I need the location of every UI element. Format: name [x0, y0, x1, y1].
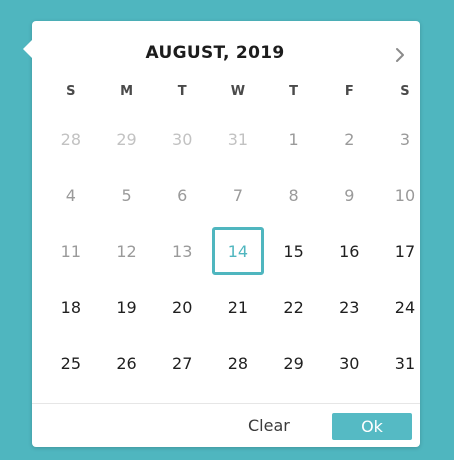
week-row: 28 29 30 31 1 2 3: [43, 111, 433, 167]
month-title: AUGUST, 2019: [145, 43, 285, 63]
week-row: 18 19 20 21 22 23 24: [43, 279, 433, 335]
day-cell[interactable]: 16: [321, 234, 377, 268]
date-picker: AUGUST, 2019 S M T W T F S 28 29 30 31 1…: [23, 21, 420, 448]
day-cell[interactable]: 24: [377, 290, 433, 324]
chevron-right-icon: [396, 48, 404, 62]
day-cell-disabled: 10: [394, 185, 416, 205]
day-cell[interactable]: 27: [154, 346, 210, 380]
day-cell[interactable]: 19: [99, 290, 155, 324]
day-cell-other-month: 30: [172, 129, 193, 149]
day-cell-other-month: 31: [227, 129, 249, 149]
day-cell-disabled: 12: [116, 241, 137, 261]
day-cell-other-month: 29: [116, 129, 137, 149]
day-cell-other-month: 28: [60, 129, 82, 149]
week-row: 4 5 6 7 8 9 10: [43, 167, 433, 223]
day-cell-disabled: 9: [344, 185, 355, 205]
ok-button[interactable]: Ok: [332, 413, 412, 440]
day-cell[interactable]: 30: [321, 346, 377, 380]
day-cell[interactable]: 31: [377, 346, 433, 380]
day-cell-disabled: 3: [399, 129, 411, 149]
day-cell[interactable]: 28: [210, 346, 266, 380]
day-cell-disabled: 11: [60, 241, 82, 261]
weekday-label: W: [230, 83, 246, 99]
day-cell[interactable]: 25: [43, 346, 99, 380]
weekday-label: S: [66, 83, 76, 99]
day-cell-disabled: 8: [288, 185, 299, 205]
clear-button[interactable]: Clear: [248, 416, 290, 435]
week-row: 25 26 27 28 29 30 31: [43, 335, 433, 391]
weekday-label: M: [120, 83, 133, 99]
day-cell[interactable]: 17: [377, 234, 433, 268]
weekday-label: S: [400, 83, 410, 99]
day-cell-disabled: 4: [65, 185, 76, 205]
calendar-grid: S M T W T F S 28 29 30 31 1 2 3 4 5 6 7 …: [43, 84, 433, 391]
weekday-label: F: [344, 83, 354, 99]
day-cell[interactable]: 29: [266, 346, 322, 380]
day-cell[interactable]: 26: [99, 346, 155, 380]
picker-footer: Clear Ok: [32, 403, 420, 448]
day-cell[interactable]: 23: [321, 290, 377, 324]
day-cell-disabled: 6: [177, 185, 188, 205]
day-cell[interactable]: 18: [43, 290, 99, 324]
calendar-header: AUGUST, 2019: [32, 21, 420, 87]
week-row: 11 12 13 14 15 16 17: [43, 223, 433, 279]
day-cell-disabled: 2: [344, 129, 355, 149]
day-cell-disabled: 7: [232, 185, 243, 205]
weekday-header-row: S M T W T F S: [43, 80, 433, 102]
day-cell[interactable]: 15: [266, 234, 322, 268]
day-cell-selected[interactable]: 14: [211, 227, 264, 275]
day-cell[interactable]: 22: [266, 290, 322, 324]
day-cell-disabled: 13: [172, 241, 193, 261]
next-month-button[interactable]: [388, 43, 412, 67]
day-cell[interactable]: 20: [154, 290, 210, 324]
day-cell[interactable]: 21: [210, 290, 266, 324]
day-cell-disabled: 1: [288, 129, 299, 149]
day-cell-disabled: 5: [121, 185, 132, 205]
weekday-label: T: [177, 83, 187, 99]
weekday-label: T: [289, 83, 299, 99]
